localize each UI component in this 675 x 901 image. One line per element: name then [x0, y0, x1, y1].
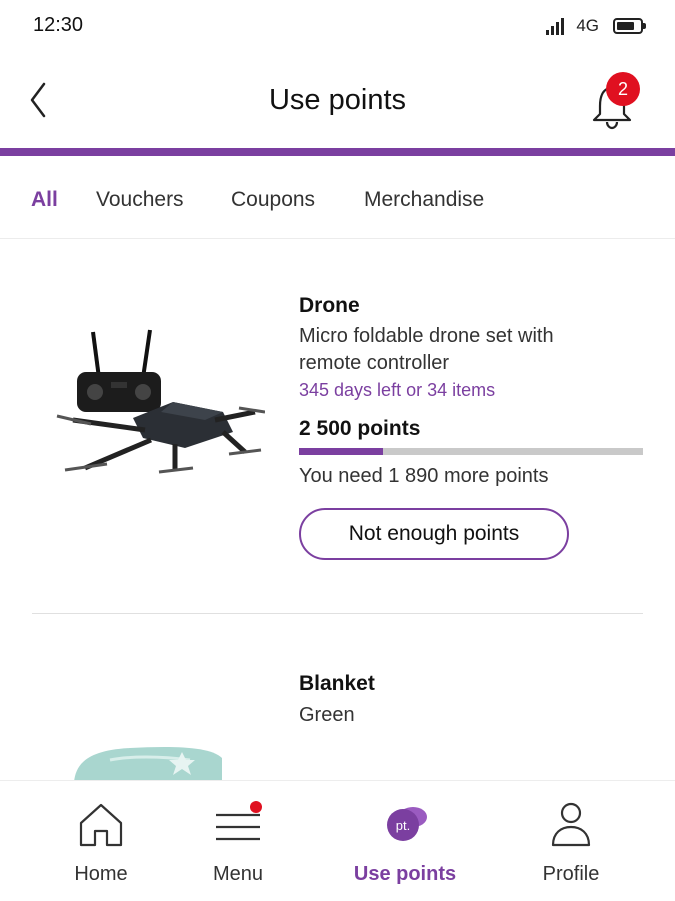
points-progress-fill	[299, 448, 383, 455]
nav-home-label: Home	[74, 863, 128, 885]
notification-badge: 2	[606, 72, 640, 106]
points-progress-bar	[299, 448, 643, 455]
points-needed: You need 1 890 more points	[299, 465, 549, 487]
signal-icon	[546, 17, 565, 35]
profile-icon	[551, 802, 591, 847]
nav-home[interactable]: Home	[31, 781, 171, 901]
nav-use-points[interactable]: pt. Use points	[335, 781, 475, 901]
tab-coupons[interactable]: Coupons	[231, 188, 315, 212]
bottom-navigation: Home Menu pt. Use points Profile	[0, 780, 675, 901]
product-description: Green	[299, 704, 355, 726]
drone-image[interactable]	[55, 320, 266, 485]
network-type: 4G	[576, 16, 599, 35]
category-tabs: All Vouchers Coupons Merchandise	[0, 156, 675, 239]
product-description: Micro foldable drone set with remote con…	[299, 325, 554, 374]
status-bar: 12:30 4G	[0, 0, 675, 52]
header-accent-bar	[0, 148, 675, 156]
nav-use-points-label: Use points	[353, 863, 457, 885]
product-name[interactable]: Drone	[299, 294, 360, 318]
status-indicators: 4G	[546, 16, 646, 36]
tab-merchandise[interactable]: Merchandise	[364, 188, 484, 212]
product-points: 2 500 points	[299, 417, 421, 440]
home-icon	[79, 803, 123, 847]
nav-menu[interactable]: Menu	[168, 781, 308, 901]
product-name[interactable]: Blanket	[299, 672, 375, 696]
product-divider	[32, 613, 643, 614]
not-enough-points-button[interactable]: Not enough points	[299, 508, 569, 560]
nav-profile-label: Profile	[542, 863, 600, 885]
battery-icon	[613, 18, 646, 34]
app-header: Use points	[0, 52, 675, 148]
product-availability: 345 days left or 34 items	[299, 380, 496, 400]
menu-icon	[216, 801, 262, 841]
page-title: Use points	[268, 84, 406, 116]
tab-all[interactable]: All	[31, 188, 58, 212]
status-time: 12:30	[33, 14, 84, 36]
nav-profile[interactable]: Profile	[501, 781, 641, 901]
nav-menu-label: Menu	[212, 863, 264, 885]
tab-vouchers[interactable]: Vouchers	[96, 188, 184, 212]
points-icon-text: pt.	[396, 818, 410, 833]
points-icon: pt.	[387, 807, 427, 841]
